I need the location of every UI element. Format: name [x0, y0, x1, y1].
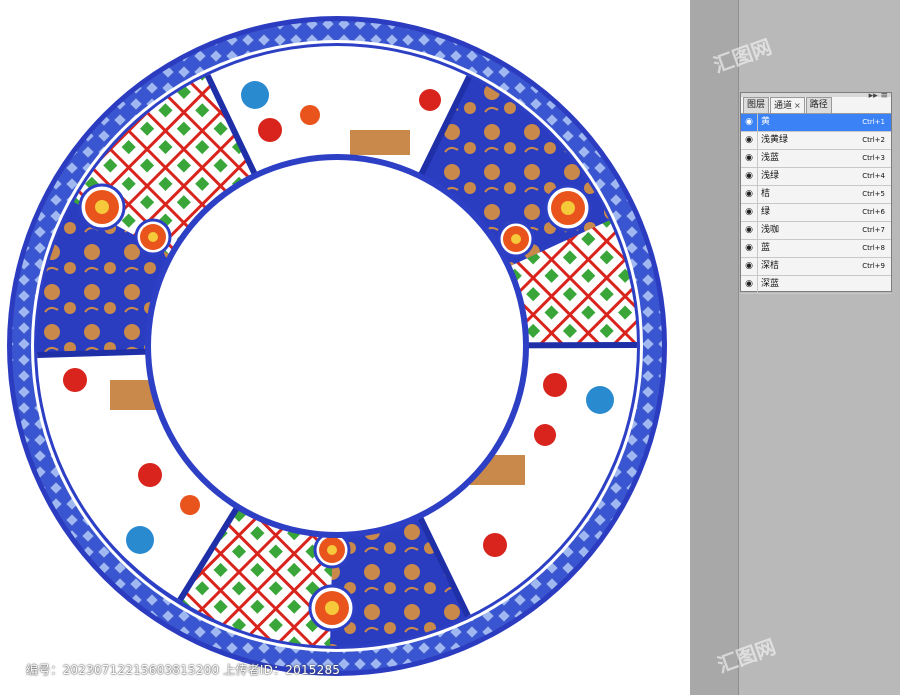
eye-icon[interactable]: ◉ [744, 153, 754, 163]
eye-icon[interactable]: ◉ [744, 261, 754, 271]
panel-dock-strip [690, 0, 739, 695]
channels-panel: ▸▸ ≡ 图层 通道 × 路径 ◉ 黄 Ctrl+1 ◉ 浅黄绿 Ctrl+2 ◉ 浅蓝 Ct… [740, 92, 892, 294]
channel-row[interactable]: ◉ 桔 Ctrl+5 [741, 186, 891, 204]
eye-icon[interactable]: ◉ [744, 117, 754, 127]
eye-icon[interactable]: ◉ [744, 207, 754, 217]
panel-menu-icon[interactable]: ▸▸ ≡ [869, 92, 888, 101]
channel-row[interactable]: ◉ 深蓝 [741, 276, 891, 294]
eye-icon[interactable]: ◉ [744, 225, 754, 235]
channel-list: ◉ 黄 Ctrl+1 ◉ 浅黄绿 Ctrl+2 ◉ 浅蓝 Ctrl+3 ◉ 浅绿 Ctrl+4 … [741, 113, 891, 294]
tab-layers[interactable]: 图层 [743, 97, 770, 113]
eye-icon[interactable]: ◉ [744, 171, 754, 181]
image-id-caption: 编号：20230712215603815200 上传者ID：2015285 [26, 663, 341, 677]
channel-row[interactable]: ◉ 深桔 Ctrl+9 [741, 258, 891, 276]
document-canvas[interactable] [0, 0, 690, 695]
eye-icon[interactable]: ◉ [744, 135, 754, 145]
panel-tabs: 图层 通道 × 路径 [743, 97, 833, 113]
eye-icon[interactable]: ◉ [744, 243, 754, 253]
channel-row[interactable]: ◉ 蓝 Ctrl+8 [741, 240, 891, 258]
tab-paths[interactable]: 路径 [805, 97, 832, 113]
channel-row[interactable]: ◉ 黄 Ctrl+1 [741, 114, 891, 132]
channel-row[interactable]: ◉ 浅黄绿 Ctrl+2 [741, 132, 891, 150]
plate-artwork [7, 16, 667, 676]
tab-channels[interactable]: 通道 × [770, 97, 805, 113]
channel-row[interactable]: ◉ 浅绿 Ctrl+4 [741, 168, 891, 186]
channel-row[interactable]: ◉ 浅咖 Ctrl+7 [741, 222, 891, 240]
close-icon[interactable]: × [794, 101, 801, 110]
channel-row[interactable]: ◉ 浅蓝 Ctrl+3 [741, 150, 891, 168]
channel-row[interactable]: ◉ 绿 Ctrl+6 [741, 204, 891, 222]
eye-icon[interactable]: ◉ [744, 279, 754, 289]
eye-icon[interactable]: ◉ [744, 189, 754, 199]
